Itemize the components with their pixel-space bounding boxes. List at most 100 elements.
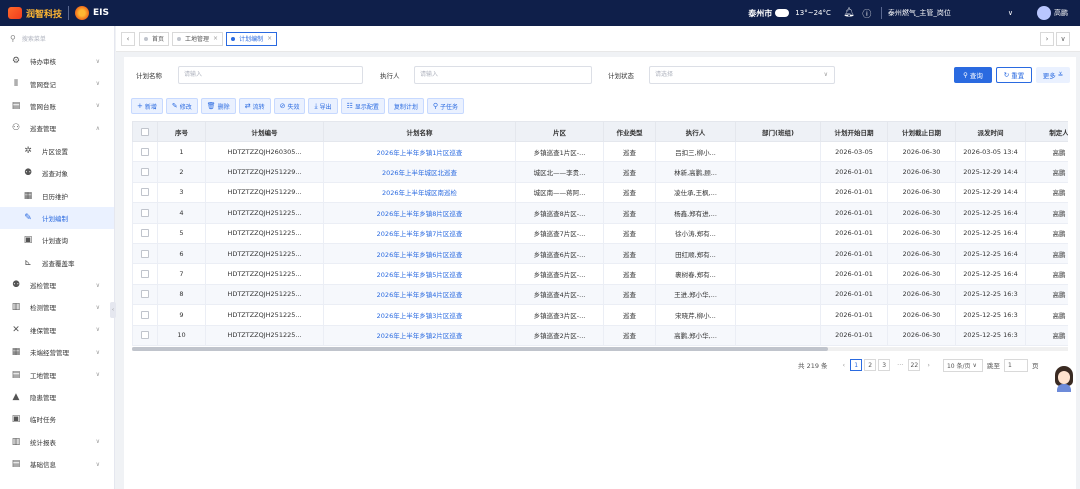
plan-name-input[interactable]: 请输入 [178,66,363,84]
username[interactable]: 高鹏 [1054,8,1068,18]
chevron-down-icon[interactable]: ∨ [96,80,100,87]
sidebar-item[interactable]: ▤ 工地管理 ∨ [0,363,114,385]
table-row[interactable]: 10 HDTZTZZQJH251225... 2026年上半年乡镇2片区巡查 乡镇巡查… [132,324,1068,346]
row-checkbox[interactable] [132,161,158,183]
subtask-button[interactable]: ⚲ 子任务 [426,98,465,114]
executor-input[interactable]: 请输入 [414,66,592,84]
more-button[interactable]: 更多 ≚ [1036,67,1070,83]
plan-name-link[interactable]: 2026年上半年乡镇6片区巡查 [323,242,516,265]
table-row[interactable]: 3 HDTZTZZQJH251229... 2026年上半年城区南巡检 城区南——蒋阿… [132,181,1068,204]
row-checkbox[interactable] [132,324,158,346]
avatar[interactable] [1037,6,1051,20]
chevron-down-icon[interactable]: ∨ [96,58,100,65]
plan-name-link[interactable]: 2026年上半年城区北巡查 [323,161,516,183]
plan-name-link[interactable]: 2026年上半年城区南巡检 [323,181,516,204]
plan-name-link[interactable]: 2026年上半年乡镇1片区巡查 [323,140,516,163]
prev-page-icon[interactable]: ‹ [843,361,846,369]
sidebar-item[interactable]: ▥ 统计报表 ∨ [0,431,114,453]
sidebar-item[interactable]: ⚉ 巡检管理 ∨ [0,274,114,296]
tab-home[interactable]: 首页 [139,31,170,46]
chevron-down-icon[interactable]: ∨ [96,349,100,356]
flow-button[interactable]: ⇄ 流转 [238,98,271,114]
sidebar-item[interactable]: ▦ 日历维护 [0,184,114,206]
chevron-down-icon[interactable]: ∨ [96,282,100,289]
sidebar-item[interactable]: ▦ 未端经营管理 ∨ [0,341,114,363]
tabs-prev-button[interactable]: ‹ [121,31,135,46]
row-checkbox[interactable] [132,140,158,163]
sidebar-item[interactable]: ▣ 计划查询 [0,229,114,251]
sidebar-item[interactable]: ⊾ 巡查覆盖率 [0,252,114,274]
table-row[interactable]: 7 HDTZTZZQJH251225... 2026年上半年乡镇5片区巡查 乡镇巡查5… [132,263,1068,285]
chevron-down-icon[interactable]: ∨ [96,304,100,311]
select-all-checkbox[interactable] [132,121,158,142]
next-page-icon[interactable]: › [927,361,930,369]
page-size-select[interactable]: 10 条/页 ∨ [942,358,983,372]
help-icon[interactable]: ⓘ [861,7,873,20]
sidebar-item[interactable]: ▤ 管网台账 ∨ [0,95,114,117]
role-selector[interactable]: 泰州燃气_主管_岗位 [888,8,1008,18]
delete-button[interactable]: 🗑︎ 删除 [200,98,236,114]
status-select[interactable]: 请选择 ∨ [649,66,835,84]
table-row[interactable]: 1 HDTZTZZQJH260305... 2026年上半年乡镇1片区巡查 乡镇巡查1… [132,140,1068,163]
plan-name-link[interactable]: 2026年上半年乡镇7片区巡查 [323,222,516,244]
sidebar-item[interactable]: ▲ 隐患管理 [0,386,114,408]
sidebar-item[interactable]: ▣ 临时任务 [0,408,114,430]
plan-name-link[interactable]: 2026年上半年乡镇4片区巡查 [323,283,516,306]
chevron-down-icon[interactable]: ∨ [1008,9,1013,17]
chevron-down-icon[interactable]: ∨ [96,371,100,378]
row-checkbox[interactable] [132,202,158,224]
sidebar-item[interactable]: ✲ 片区设置 [0,140,114,162]
sidebar-item[interactable]: ⚙︎ 待办审核 ∨ [0,50,114,72]
tab-plan-compile[interactable]: 计划编制 × [226,31,278,46]
sidebar-item[interactable]: ▤ 基础信息 ∨ [0,453,114,475]
sidebar-item[interactable]: ⫴ 管网登记 ∨ [0,72,114,94]
tab-site-management[interactable]: 工地管理 × [172,31,224,46]
plan-name-link[interactable]: 2026年上半年乡镇2片区巡查 [323,324,516,346]
plan-name-link[interactable]: 2026年上半年乡镇3片区巡查 [323,304,516,326]
close-icon[interactable]: × [213,35,218,42]
invalid-button[interactable]: ⊘ 失效 [273,98,306,114]
sidebar-collapse-handle[interactable]: ‹ [110,302,116,318]
tabs-menu-button[interactable]: ∨ [1056,32,1070,46]
menu-search[interactable]: ⚲ 搜索菜单 [0,26,114,50]
row-checkbox[interactable] [132,263,158,285]
query-button[interactable]: ⚲ 查询 [954,67,992,83]
bell-icon[interactable]: 🔔︎ [843,7,855,19]
copy-plan-button[interactable]: 复制计划 [387,98,424,114]
row-checkbox[interactable] [132,304,158,326]
last-page-button[interactable]: 22 [908,359,921,371]
page-button[interactable]: 2 [864,359,877,371]
table-row[interactable]: 5 HDTZTZZQJH251225... 2026年上半年乡镇7片区巡查 乡镇巡查7… [132,222,1068,244]
sidebar-item[interactable]: ⚇ 巡查管理 ∧ [0,117,114,139]
page-button[interactable]: 3 [878,359,891,371]
add-button[interactable]: + 新增 [131,98,163,114]
table-row[interactable]: 4 HDTZTZZQJH251225... 2026年上半年乡镇8片区巡查 乡镇巡查8… [132,202,1068,224]
row-checkbox[interactable] [132,181,158,204]
plan-name-link[interactable]: 2026年上半年乡镇8片区巡查 [323,202,516,224]
horizontal-scrollbar[interactable] [132,347,1068,351]
chevron-up-icon[interactable]: ∧ [96,125,100,132]
chevron-down-icon[interactable]: ∨ [96,438,100,445]
table-row[interactable]: 8 HDTZTZZQJH251225... 2026年上半年乡镇4片区巡查 乡镇巡查4… [132,283,1068,306]
jump-input[interactable]: 1 [1003,358,1028,372]
row-checkbox[interactable] [132,222,158,244]
table-row[interactable]: 9 HDTZTZZQJH251225... 2026年上半年乡镇3片区巡查 乡镇巡查3… [132,304,1068,326]
sidebar-item[interactable]: ✎ 计划编制 [0,206,114,230]
row-checkbox[interactable] [132,283,158,306]
chevron-down-icon[interactable]: ∨ [96,461,100,468]
reset-button[interactable]: ↻ 重置 [996,67,1032,83]
plan-name-link[interactable]: 2026年上半年乡镇5片区巡查 [323,263,516,285]
sidebar-item[interactable]: ▥ 检测管理 ∨ [0,296,114,318]
sidebar-item[interactable]: ⚉ 巡查对象 [0,162,114,184]
tabs-next-button[interactable]: › [1040,32,1054,46]
logo[interactable]: 润智科技 EIS [0,0,116,26]
display-config-button[interactable]: ☷ 显示配置 [340,98,385,114]
sidebar-item[interactable]: ✕ 维保管理 ∨ [0,319,114,341]
scrollbar-thumb[interactable] [132,347,828,351]
ellipsis-icon[interactable]: ··· [897,361,903,369]
close-icon[interactable]: × [267,35,272,42]
edit-button[interactable]: ✎ 修改 [165,98,198,114]
page-button[interactable]: 1 [850,359,863,371]
table-row[interactable]: 6 HDTZTZZQJH251225... 2026年上半年乡镇6片区巡查 乡镇巡查6… [132,242,1068,265]
chevron-down-icon[interactable]: ∨ [96,326,100,333]
